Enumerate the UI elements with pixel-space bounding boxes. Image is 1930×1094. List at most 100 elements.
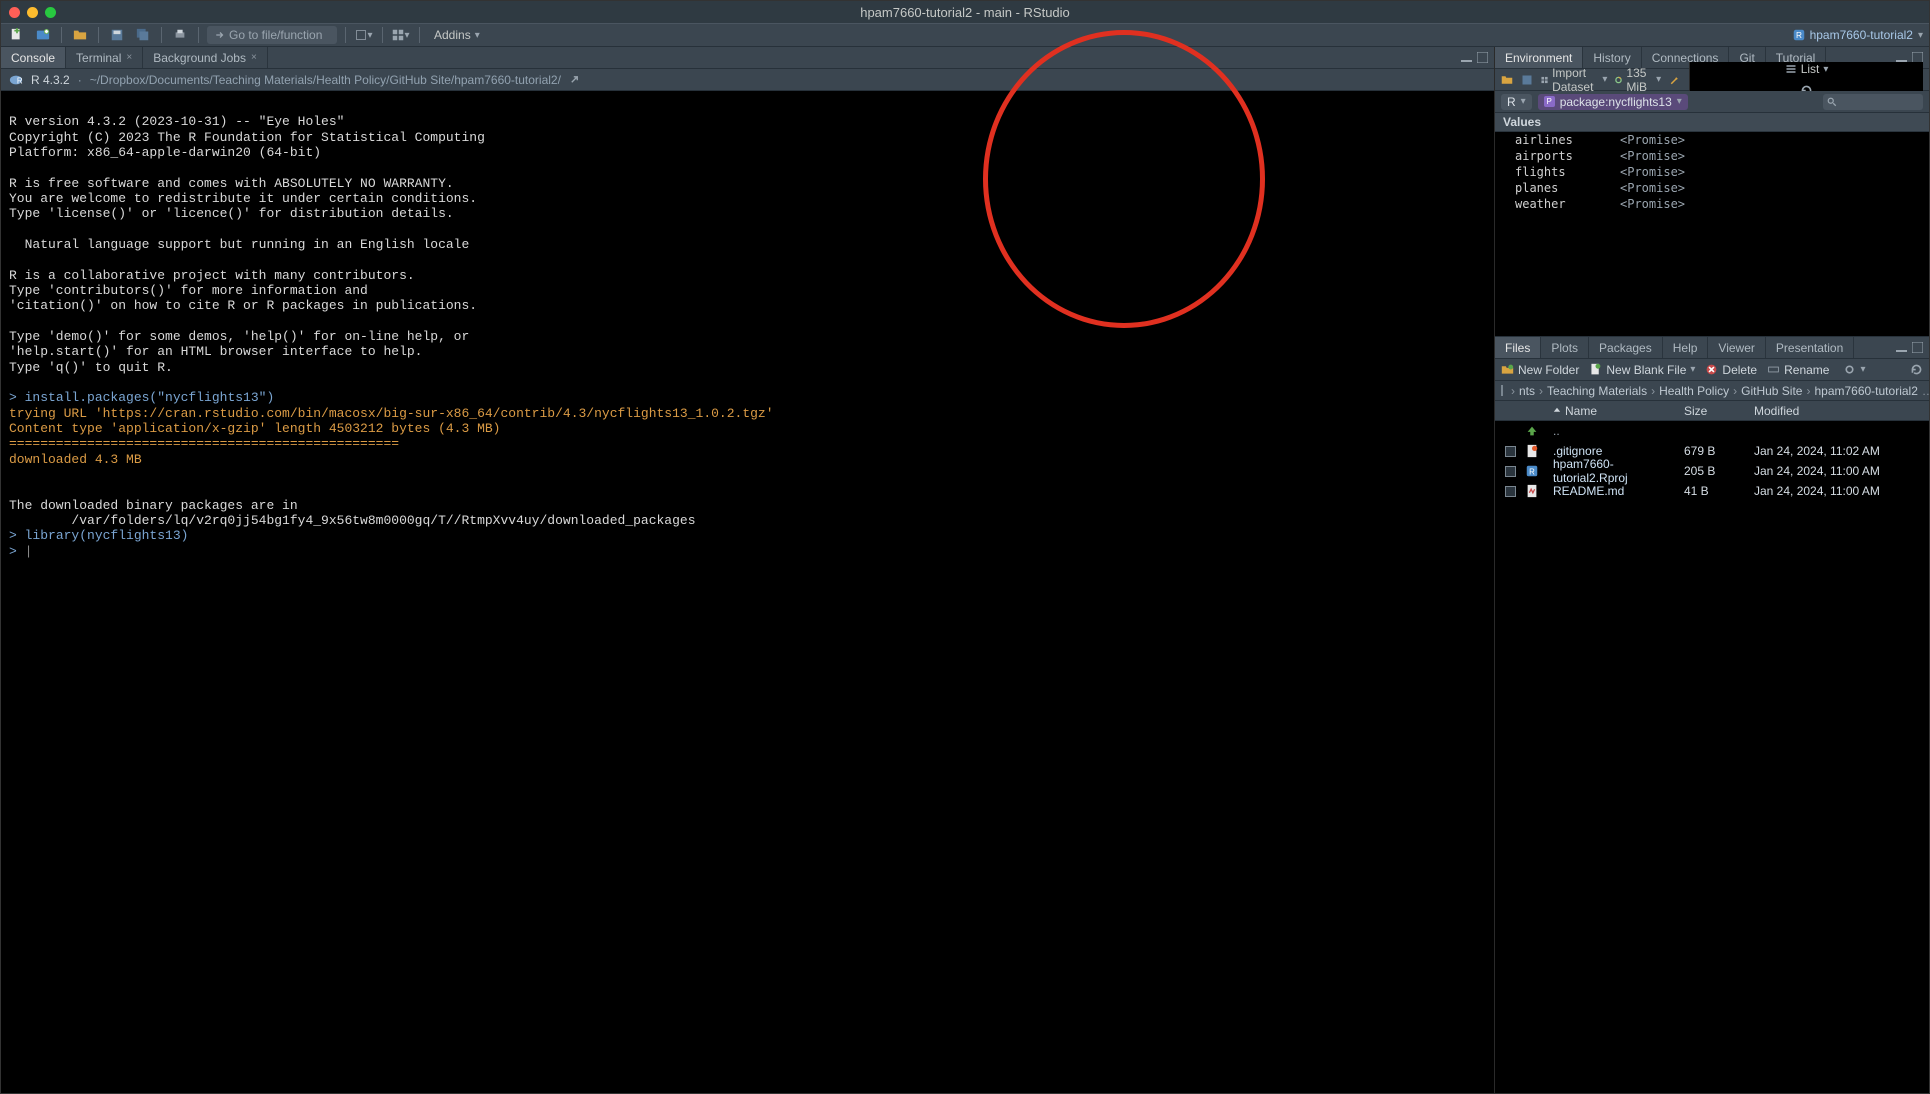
breadcrumb-separator-icon: › — [1733, 384, 1737, 398]
env-value-row[interactable]: weather<Promise> — [1495, 196, 1929, 212]
tab-bgjobs-label: Background Jobs — [153, 51, 246, 65]
file-row[interactable]: Rhpam7660-tutorial2.Rproj205 BJan 24, 20… — [1495, 461, 1929, 481]
file-modified: Jan 24, 2024, 11:00 AM — [1754, 484, 1929, 498]
addins-dropdown[interactable]: Addins — [428, 26, 486, 44]
print-button[interactable] — [170, 26, 190, 44]
titlebar: hpam7660-tutorial2 - main - RStudio — [1, 1, 1929, 23]
new-folder-label: New Folder — [1518, 363, 1579, 377]
save-button[interactable] — [107, 26, 127, 44]
pane-maximize-icon[interactable] — [1476, 52, 1488, 64]
memory-usage[interactable]: 135 MiB — [1615, 66, 1661, 94]
file-checkbox[interactable] — [1505, 486, 1516, 497]
pane-maximize-icon[interactable] — [1911, 342, 1923, 354]
new-folder-button[interactable]: New Folder — [1501, 363, 1579, 377]
new-project-button[interactable] — [33, 26, 53, 44]
tab-presentation[interactable]: Presentation — [1766, 337, 1854, 358]
tab-console[interactable]: Console — [1, 47, 66, 68]
console-output[interactable]: R version 4.3.2 (2023-10-31) -- "Eye Hol… — [1, 91, 1494, 1093]
column-header-modified[interactable]: Modified — [1754, 404, 1929, 418]
window-minimize-button[interactable] — [27, 7, 38, 18]
file-checkbox[interactable] — [1505, 446, 1516, 457]
import-dataset-label: Import Dataset — [1552, 66, 1598, 94]
rename-button[interactable]: Rename — [1767, 363, 1829, 377]
language-scope-label: R — [1507, 95, 1516, 109]
refresh-icon — [1910, 363, 1923, 376]
tab-packages-label: Packages — [1599, 341, 1652, 355]
tab-plots[interactable]: Plots — [1541, 337, 1589, 358]
language-scope[interactable]: R — [1501, 94, 1532, 110]
memory-label: 135 MiB — [1626, 66, 1652, 94]
delete-button[interactable]: Delete — [1705, 363, 1757, 377]
r-logo-icon: R — [9, 73, 23, 87]
window-maximize-button[interactable] — [45, 7, 56, 18]
files-list: ...gitignore679 BJan 24, 2024, 11:02 AMR… — [1495, 421, 1929, 1093]
window-close-button[interactable] — [9, 7, 20, 18]
open-file-button[interactable] — [70, 26, 90, 44]
breadcrumb-item[interactable]: GitHub Site — [1741, 384, 1802, 398]
tab-viewer[interactable]: Viewer — [1708, 337, 1765, 358]
files-up-row[interactable]: .. — [1495, 421, 1929, 441]
broom-icon — [1669, 74, 1681, 86]
view-mode-dropdown[interactable]: List — [1785, 62, 1829, 76]
console-tabstrip: Console Terminal × Background Jobs × — [1, 47, 1494, 69]
tab-help-label: Help — [1673, 341, 1698, 355]
refresh-button[interactable] — [1910, 363, 1923, 376]
more-dropdown[interactable] — [1843, 363, 1865, 376]
env-value-value: <Promise> — [1620, 181, 1685, 195]
file-size: 205 B — [1684, 464, 1754, 478]
env-value-row[interactable]: airports<Promise> — [1495, 148, 1929, 164]
save-workspace-button[interactable] — [1521, 74, 1533, 86]
select-all-checkbox[interactable] — [1501, 385, 1503, 396]
file-checkbox[interactable] — [1505, 466, 1516, 477]
load-workspace-button[interactable] — [1501, 74, 1513, 86]
env-value-row[interactable]: airlines<Promise> — [1495, 132, 1929, 148]
left-pane: Console Terminal × Background Jobs × — [1, 47, 1494, 1093]
folder-open-icon — [1501, 74, 1513, 86]
panes-dropdown[interactable] — [391, 26, 411, 44]
package-scope-label: package:nycflights13 — [1560, 95, 1672, 109]
new-blank-file-button[interactable]: New Blank File — [1589, 363, 1695, 377]
env-value-row[interactable]: planes<Promise> — [1495, 180, 1929, 196]
tab-help[interactable]: Help — [1663, 337, 1709, 358]
grid-icon — [1541, 74, 1548, 86]
breadcrumb-separator-icon: › — [1511, 384, 1515, 398]
broom-button[interactable] — [1669, 74, 1681, 86]
env-value-name: airlines — [1515, 133, 1620, 147]
tab-plots-label: Plots — [1551, 341, 1578, 355]
close-icon[interactable]: × — [126, 52, 132, 63]
column-header-size[interactable]: Size — [1684, 404, 1754, 418]
file-name: .. — [1549, 424, 1684, 438]
package-scope[interactable]: P package:nycflights13 — [1538, 94, 1688, 110]
tab-history-label: History — [1593, 51, 1630, 65]
working-directory[interactable]: ~/Dropbox/Documents/Teaching Materials/H… — [90, 73, 561, 87]
tab-terminal[interactable]: Terminal × — [66, 47, 143, 68]
breadcrumb-item[interactable]: nts — [1519, 384, 1535, 398]
pane-minimize-icon[interactable] — [1895, 342, 1907, 354]
goto-file-function[interactable]: Go to file/function — [207, 26, 337, 44]
save-all-button[interactable] — [133, 26, 153, 44]
new-file-button[interactable] — [7, 26, 27, 44]
tab-packages[interactable]: Packages — [1589, 337, 1663, 358]
env-value-row[interactable]: flights<Promise> — [1495, 164, 1929, 180]
file-name: .gitignore — [1549, 444, 1684, 458]
popup-icon[interactable] — [569, 74, 580, 85]
tools-dropdown[interactable] — [354, 26, 374, 44]
tab-background-jobs[interactable]: Background Jobs × — [143, 47, 268, 68]
tab-presentation-label: Presentation — [1776, 341, 1843, 355]
svg-text:R: R — [1796, 31, 1802, 40]
file-row[interactable]: README.md41 BJan 24, 2024, 11:00 AM — [1495, 481, 1929, 501]
column-header-name[interactable]: Name — [1549, 404, 1684, 418]
project-menu[interactable]: R hpam7660-tutorial2 — [1793, 28, 1923, 42]
tab-terminal-label: Terminal — [76, 51, 121, 65]
env-search-input[interactable] — [1823, 94, 1923, 110]
pane-minimize-icon[interactable] — [1460, 52, 1472, 64]
files-breadcrumb[interactable]: ›nts›Teaching Materials›Health Policy›Gi… — [1495, 381, 1929, 401]
close-icon[interactable]: × — [251, 52, 257, 63]
file-modified: Jan 24, 2024, 11:00 AM — [1754, 464, 1929, 478]
breadcrumb-item[interactable]: hpam7660-tutorial2 — [1814, 384, 1917, 398]
breadcrumb-item[interactable]: Health Policy — [1659, 384, 1729, 398]
files-tabstrip: Files Plots Packages Help Viewer Present… — [1495, 337, 1929, 359]
tab-files[interactable]: Files — [1495, 337, 1541, 358]
breadcrumb-item[interactable]: Teaching Materials — [1547, 384, 1647, 398]
import-dataset-dropdown[interactable]: Import Dataset — [1541, 66, 1607, 94]
